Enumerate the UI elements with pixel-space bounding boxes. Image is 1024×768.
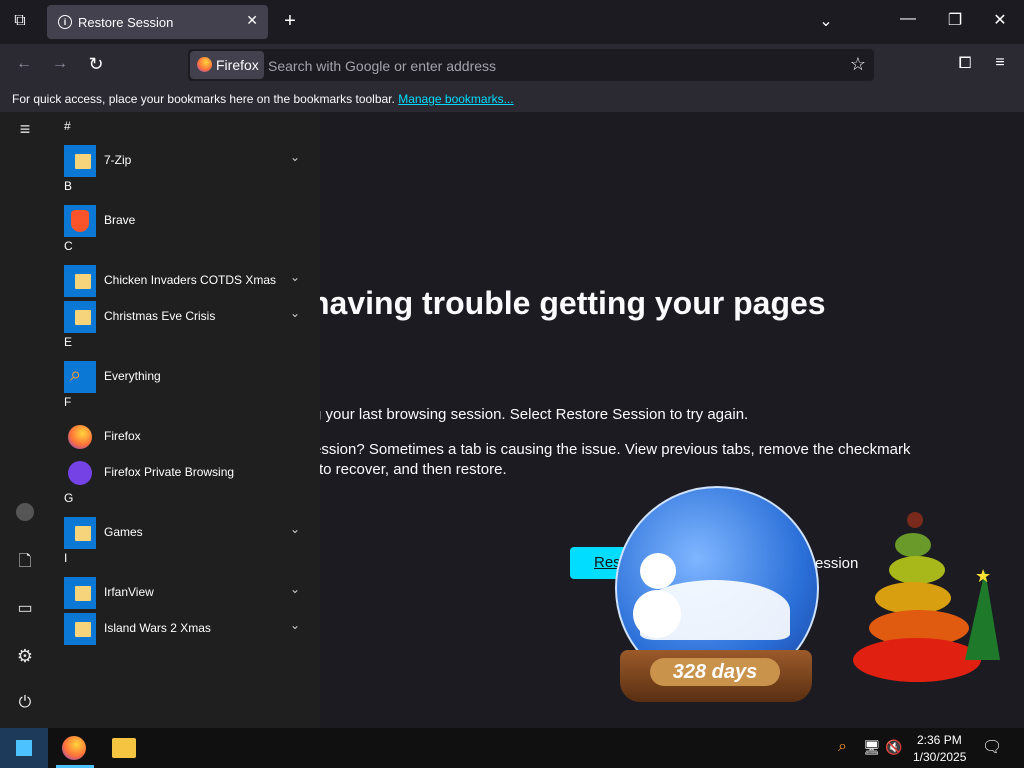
app-item[interactable]: 7-Zip ⌄ bbox=[60, 143, 310, 179]
folder-icon bbox=[64, 613, 96, 645]
app-label: Firefox Private Browsing bbox=[104, 465, 235, 479]
svg-text:★: ★ bbox=[975, 566, 991, 587]
firefox-taskbar-icon[interactable] bbox=[62, 736, 86, 760]
description-line-1: g your last browsing session. Select Res… bbox=[313, 406, 749, 423]
app-item[interactable]: Christmas Eve Crisis ⌄ bbox=[60, 299, 310, 335]
expand-chevron-icon[interactable]: ⌄ bbox=[290, 522, 300, 536]
file-explorer-taskbar-icon[interactable] bbox=[112, 738, 136, 758]
expand-chevron-icon[interactable]: ⌄ bbox=[290, 618, 300, 632]
start-button[interactable] bbox=[0, 728, 48, 768]
snowman-image bbox=[640, 553, 676, 589]
tab-restore-session[interactable]: i Restore Session ✕ bbox=[47, 5, 268, 39]
close-tab-icon[interactable]: ✕ bbox=[246, 12, 258, 29]
expand-chevron-icon[interactable]: ⌄ bbox=[290, 306, 300, 320]
app-label: Brave bbox=[104, 213, 136, 227]
search-engine-badge[interactable]: Firefox bbox=[190, 51, 264, 79]
app-item[interactable]: Firefox bbox=[60, 419, 310, 455]
start-menu-rail bbox=[0, 112, 50, 728]
app-item[interactable]: Island Wars 2 Xmas ⌄ bbox=[60, 611, 310, 647]
app-item[interactable]: ⌕ Everything bbox=[60, 359, 310, 395]
folder-icon bbox=[64, 265, 96, 297]
hamburger-menu-icon[interactable]: ≡ bbox=[0, 119, 50, 140]
info-icon: i bbox=[58, 15, 72, 29]
bookmarks-hint: For quick access, place your bookmarks h… bbox=[12, 92, 514, 106]
app-label: Chicken Invaders COTDS Xmas bbox=[104, 273, 277, 287]
pictures-icon[interactable]: ▭ bbox=[0, 598, 50, 618]
section-letter[interactable]: C bbox=[64, 239, 73, 253]
folder-icon bbox=[64, 145, 96, 177]
bookmarks-toolbar: For quick access, place your bookmarks h… bbox=[0, 86, 1024, 112]
section-letter[interactable]: F bbox=[64, 395, 71, 409]
address-input[interactable] bbox=[266, 51, 830, 81]
app-label: Games bbox=[104, 525, 143, 539]
clock-date[interactable]: 1/30/2025 bbox=[913, 750, 966, 764]
expand-chevron-icon[interactable]: ⌄ bbox=[290, 270, 300, 284]
app-label: Everything bbox=[104, 369, 161, 383]
description-line-3: to recover, and then restore. bbox=[319, 461, 507, 478]
folder-icon bbox=[64, 577, 96, 609]
list-tabs-chevron-icon[interactable]: ⌄ bbox=[816, 11, 836, 31]
description-line-2: ession? Sometimes a tab is causing the i… bbox=[313, 441, 911, 458]
reload-icon[interactable]: ↻ bbox=[86, 54, 106, 75]
clock-time[interactable]: 2:36 PM bbox=[917, 733, 962, 747]
app-label: Island Wars 2 Xmas bbox=[104, 621, 211, 635]
expand-chevron-icon[interactable]: ⌄ bbox=[290, 582, 300, 596]
section-letter[interactable]: E bbox=[64, 335, 72, 349]
page-title: having trouble getting your pages bbox=[310, 285, 826, 321]
firefox-icon bbox=[64, 421, 96, 453]
tab-title: Restore Session bbox=[78, 15, 174, 30]
bookmarks-hint-text: For quick access, place your bookmarks h… bbox=[12, 92, 395, 106]
expand-chevron-icon[interactable]: ⌄ bbox=[290, 150, 300, 164]
close-window-button[interactable]: ✕ bbox=[990, 10, 1010, 30]
section-letter[interactable]: B bbox=[64, 179, 72, 193]
folder-shape bbox=[75, 154, 91, 169]
search-magnifier-icon: ⌕ bbox=[64, 361, 96, 393]
app-label: IrfanView bbox=[104, 585, 154, 599]
section-letter[interactable]: G bbox=[64, 491, 73, 505]
folder-shape bbox=[75, 526, 91, 541]
documents-icon[interactable]: 🗋 bbox=[0, 550, 50, 577]
app-label: Christmas Eve Crisis bbox=[104, 309, 216, 323]
power-icon[interactable]: ⏻ bbox=[0, 694, 50, 712]
minimize-button[interactable]: — bbox=[898, 10, 918, 28]
folder-shape bbox=[75, 622, 91, 637]
volume-muted-icon[interactable]: 🔇 bbox=[885, 739, 902, 756]
manage-bookmarks-link[interactable]: Manage bookmarks... bbox=[398, 92, 513, 106]
section-letter[interactable]: # bbox=[64, 119, 71, 133]
folder-shape bbox=[75, 274, 91, 289]
firefox-view-icon[interactable]: ⧉ bbox=[10, 12, 30, 30]
new-tab-button[interactable]: + bbox=[280, 10, 300, 33]
notifications-icon[interactable]: 🗨 bbox=[982, 737, 1002, 757]
extensions-puzzle-icon[interactable]: ⧠ bbox=[955, 55, 975, 73]
back-arrow-icon[interactable]: ← bbox=[14, 55, 34, 73]
everything-tray-icon[interactable]: ⌕ bbox=[838, 738, 847, 756]
firefox-private-icon bbox=[64, 457, 96, 489]
app-menu-icon[interactable]: ≡ bbox=[990, 54, 1010, 72]
folder-shape bbox=[75, 586, 91, 601]
days-counter: 328 days bbox=[650, 658, 780, 686]
snowman-body bbox=[633, 590, 681, 638]
folder-icon bbox=[64, 301, 96, 333]
app-item[interactable]: Brave bbox=[60, 203, 310, 239]
app-item[interactable]: Chicken Invaders COTDS Xmas ⌄ bbox=[60, 263, 310, 299]
search-engine-label: Firefox bbox=[216, 57, 259, 73]
app-item[interactable]: Firefox Private Browsing bbox=[60, 455, 310, 491]
app-label: 7-Zip bbox=[104, 153, 132, 167]
maximize-button[interactable]: ❐ bbox=[945, 10, 965, 30]
app-item[interactable]: Games ⌄ bbox=[60, 515, 310, 551]
app-label: Firefox bbox=[104, 429, 141, 443]
windows-logo-icon bbox=[16, 740, 32, 756]
folder-icon bbox=[64, 517, 96, 549]
user-account-icon[interactable] bbox=[0, 503, 50, 526]
forward-arrow-icon[interactable]: → bbox=[50, 55, 70, 73]
app-item[interactable]: IrfanView ⌄ bbox=[60, 575, 310, 611]
settings-gear-icon[interactable]: ⚙ bbox=[0, 646, 50, 667]
christmas-tree-image: ★ bbox=[853, 512, 1000, 682]
firefox-icon bbox=[197, 57, 212, 72]
section-letter[interactable]: I bbox=[64, 551, 67, 565]
folder-shape bbox=[75, 310, 91, 325]
brave-icon bbox=[64, 205, 96, 237]
bookmark-star-icon[interactable]: ☆ bbox=[848, 54, 868, 75]
network-icon[interactable]: 🖥 bbox=[863, 739, 881, 756]
